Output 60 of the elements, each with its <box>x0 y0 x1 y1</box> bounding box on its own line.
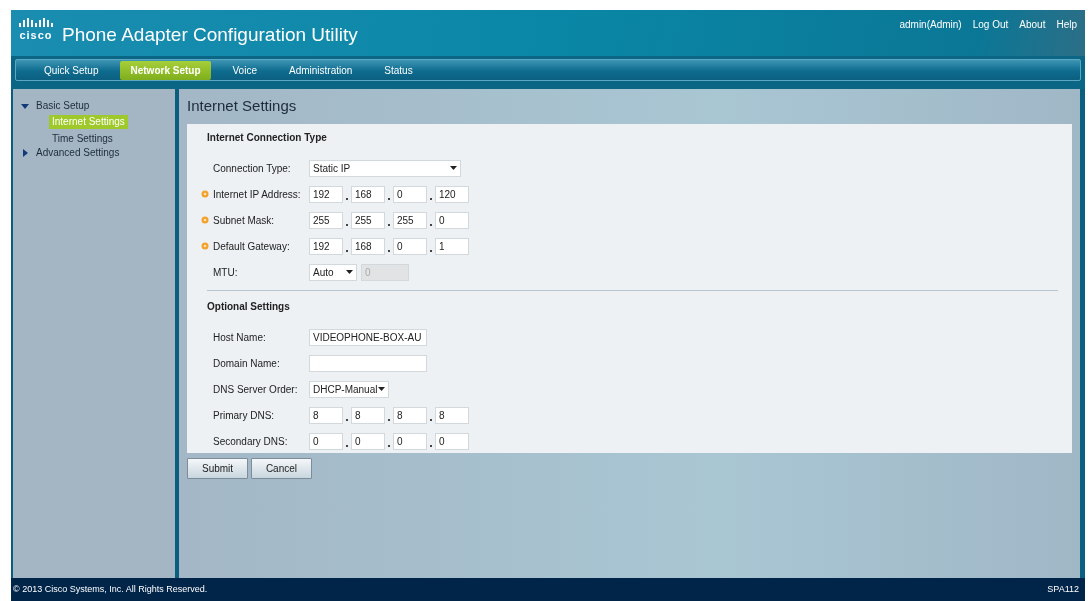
dropdown-field[interactable]: Static IP <box>309 159 461 177</box>
octet-field[interactable]: 0 <box>435 432 469 450</box>
octet-field[interactable]: 0 <box>435 211 469 229</box>
field-label: Domain Name: <box>213 356 281 371</box>
section-heading: Internet Connection Type <box>207 130 328 145</box>
nav-tab[interactable]: Voice <box>222 60 267 80</box>
field-label: Primary DNS: <box>213 408 276 423</box>
octet-field[interactable]: 8 <box>309 406 343 424</box>
octet-field[interactable]: 8 <box>393 406 427 424</box>
octet-field[interactable]: 8 <box>435 406 469 424</box>
dropdown-caret-icon <box>378 387 385 391</box>
field-label: MTU: <box>213 265 239 280</box>
field-label: DNS Server Order: <box>213 382 299 397</box>
octet-field[interactable]: 0 <box>309 432 343 450</box>
model-name: SPA112 <box>1047 582 1079 596</box>
text-field[interactable] <box>309 354 427 372</box>
section-heading: Optional Settings <box>207 299 291 314</box>
header-link[interactable]: Log Out <box>972 17 1009 32</box>
header-link[interactable]: About <box>1019 17 1046 32</box>
expanded-triangle-icon[interactable] <box>21 102 29 110</box>
sidebar-item[interactable]: Basic Setup <box>36 99 90 113</box>
octet-field[interactable]: 120 <box>435 185 469 203</box>
octet-field[interactable]: 192 <box>309 237 343 255</box>
octet-field[interactable]: 168 <box>351 237 385 255</box>
octet-field[interactable]: 255 <box>393 211 427 229</box>
text-field[interactable]: VIDEOPHONE-BOX-AU <box>309 328 427 346</box>
dropdown-field[interactable]: DHCP-Manual <box>309 380 389 398</box>
octet-field[interactable]: 1 <box>435 237 469 255</box>
collapsed-triangle-icon[interactable] <box>21 149 29 157</box>
field-label: Secondary DNS: <box>213 434 289 449</box>
octet-field[interactable]: 255 <box>351 211 385 229</box>
form-button[interactable]: Cancel <box>250 458 312 479</box>
header-link[interactable]: Help <box>1056 17 1077 32</box>
dropdown-caret-icon <box>346 270 353 274</box>
field-label: Host Name: <box>213 330 267 345</box>
octet-field[interactable]: 0 <box>393 432 427 450</box>
field-label: Default Gateway: <box>213 239 291 254</box>
field-label: Internet IP Address: <box>213 187 302 202</box>
logo-text: cisco <box>19 30 53 41</box>
nav-tab[interactable]: Status <box>374 60 423 80</box>
form-button[interactable]: Submit <box>187 458 249 479</box>
octet-field[interactable]: 0 <box>393 185 427 203</box>
app-title: Phone Adapter Configuration Utility <box>62 23 358 47</box>
octet-field[interactable]: 255 <box>309 211 343 229</box>
octet-field[interactable]: 0 <box>393 237 427 255</box>
field-label: Subnet Mask: <box>213 213 276 228</box>
sidebar-item[interactable]: Advanced Settings <box>36 146 120 160</box>
octet-field[interactable]: 168 <box>351 185 385 203</box>
sidebar-subitem[interactable]: Time Settings <box>49 131 116 146</box>
copyright-text: © 2013 Cisco Systems, Inc. All Rights Reserved. <box>13 582 208 596</box>
nav-tab[interactable]: Quick Setup <box>34 60 109 80</box>
octet-field[interactable]: 8 <box>351 406 385 424</box>
page-title: Internet Settings <box>187 96 298 116</box>
octet-field[interactable]: 192 <box>309 185 343 203</box>
nav-tab[interactable]: Administration <box>278 60 363 80</box>
logo-icon <box>19 18 53 30</box>
field-label: Connection Type: <box>213 161 292 176</box>
octet-field[interactable]: 0 <box>351 432 385 450</box>
header-link[interactable]: admin(Admin) <box>899 17 962 32</box>
dropdown-caret-icon <box>450 166 457 170</box>
